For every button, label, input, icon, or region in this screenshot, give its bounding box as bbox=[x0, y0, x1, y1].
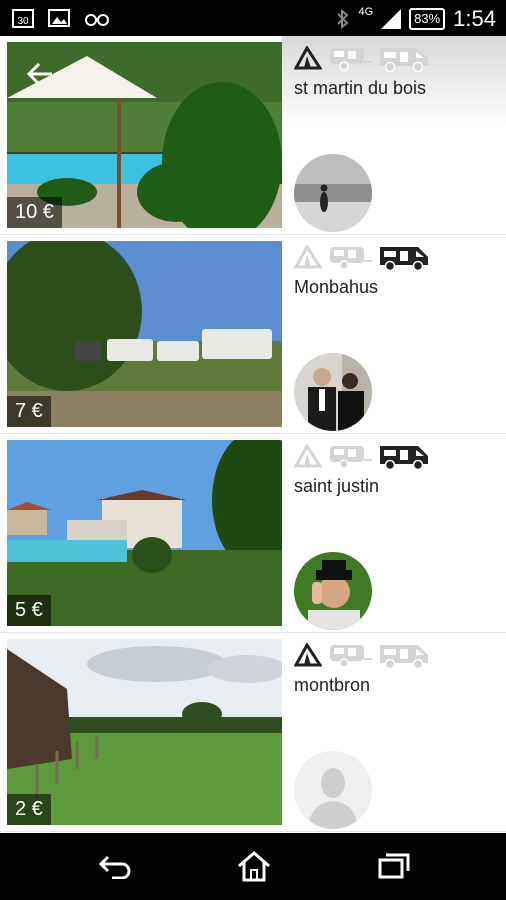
image-icon bbox=[48, 9, 70, 27]
motorhome-icon bbox=[380, 446, 428, 470]
caravan-icon bbox=[330, 645, 372, 668]
host-avatar[interactable] bbox=[294, 154, 372, 232]
listing-row[interactable]: 5 € saint justin bbox=[0, 434, 506, 633]
motorhome-icon bbox=[380, 247, 428, 271]
clock: 1:54 bbox=[453, 6, 496, 31]
bluetooth-icon bbox=[337, 9, 349, 29]
glasses-icon bbox=[85, 14, 109, 26]
navigation-bar bbox=[0, 833, 506, 900]
back-arrow-icon[interactable] bbox=[26, 62, 54, 86]
caravan-icon bbox=[330, 247, 372, 270]
motorhome-icon bbox=[380, 48, 428, 72]
place-name: st martin du bois bbox=[294, 78, 427, 98]
host-avatar[interactable] bbox=[294, 751, 372, 829]
listing-list[interactable]: 10 € st martin du bois 7 € Monbahus 5 € … bbox=[0, 36, 506, 833]
avatar-placeholder-icon bbox=[294, 751, 372, 829]
tent-icon bbox=[294, 245, 322, 269]
home-icon[interactable] bbox=[237, 850, 271, 882]
recent-apps-icon[interactable] bbox=[378, 853, 410, 879]
vehicle-type-icons bbox=[294, 243, 430, 271]
listing-photo[interactable]: 5 € bbox=[7, 440, 282, 626]
tent-icon bbox=[294, 643, 322, 667]
caravan-icon bbox=[330, 48, 372, 71]
place-name: montbron bbox=[294, 675, 371, 695]
price-badge: 2 € bbox=[7, 794, 51, 825]
price-badge: 7 € bbox=[7, 396, 51, 427]
signal-icon bbox=[381, 9, 402, 29]
motorhome-icon bbox=[380, 645, 428, 669]
status-bar: 30 4G 83% 1:54 bbox=[0, 0, 506, 36]
svg-text:30: 30 bbox=[17, 16, 29, 27]
back-icon[interactable] bbox=[98, 853, 132, 879]
avatar-man-hat-photo bbox=[294, 552, 372, 630]
vehicle-type-icons bbox=[294, 641, 430, 669]
caravan-icon bbox=[330, 446, 372, 469]
battery-indicator: 83% bbox=[409, 8, 446, 30]
place-name: saint justin bbox=[294, 476, 380, 496]
tent-icon bbox=[294, 46, 322, 70]
tent-icon bbox=[294, 444, 322, 468]
calendar-icon: 30 bbox=[12, 9, 34, 28]
avatar-beach-photo bbox=[294, 154, 372, 232]
listing-row[interactable]: 2 € montbron bbox=[0, 633, 506, 832]
vehicle-type-icons bbox=[294, 442, 430, 470]
host-avatar[interactable] bbox=[294, 552, 372, 630]
price-badge: 5 € bbox=[7, 595, 51, 626]
vehicle-type-icons bbox=[294, 44, 430, 72]
network-type: 4G bbox=[358, 6, 374, 18]
listing-photo[interactable]: 2 € bbox=[7, 639, 282, 825]
price-badge: 10 € bbox=[7, 197, 62, 228]
host-avatar[interactable] bbox=[294, 353, 372, 431]
avatar-couple-photo bbox=[294, 353, 372, 431]
listing-row[interactable]: 7 € Monbahus bbox=[0, 235, 506, 434]
place-name: Monbahus bbox=[294, 277, 379, 297]
listing-row[interactable]: 10 € st martin du bois bbox=[0, 36, 506, 235]
listing-photo[interactable]: 7 € bbox=[7, 241, 282, 427]
